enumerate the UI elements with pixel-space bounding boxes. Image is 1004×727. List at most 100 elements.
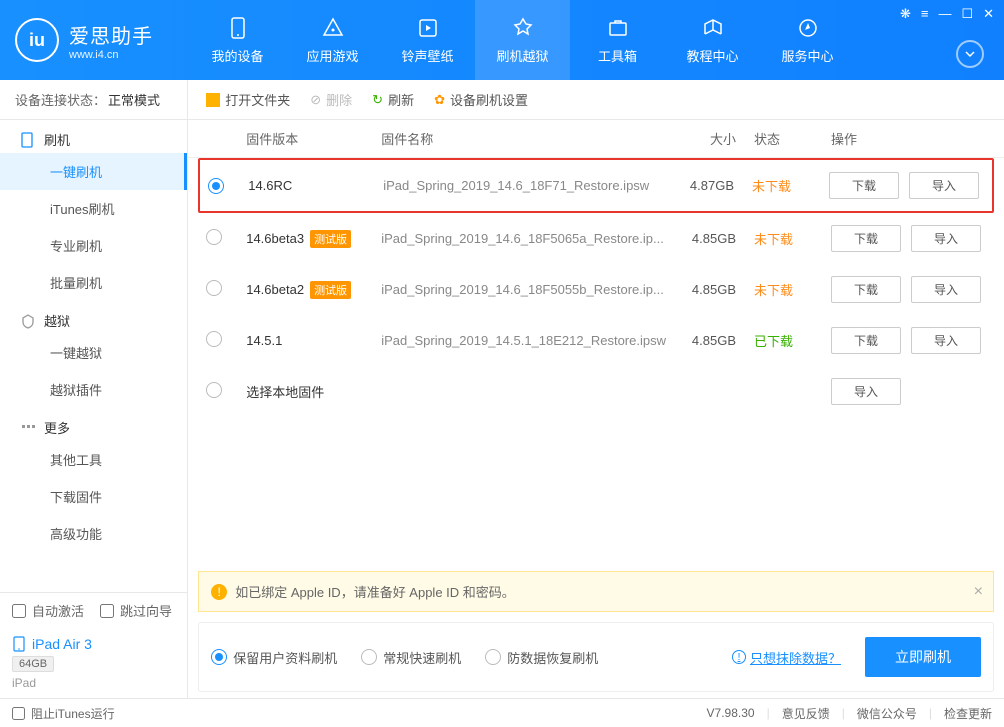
download-button[interactable]: 下载 — [829, 172, 899, 199]
sidebar-item[interactable]: 下载固件 — [0, 478, 187, 515]
footer: 阻止iTunes运行 V7.98.30 | 意见反馈 | 微信公众号 | 检查更… — [0, 698, 1004, 727]
sidebar-item[interactable]: 一键刷机 — [0, 153, 187, 190]
brand-logo-icon: iu — [15, 18, 59, 62]
sidebar-item[interactable]: 其他工具 — [0, 441, 187, 478]
nav-item-2[interactable]: 铃声壁纸 — [380, 0, 475, 80]
nav-icon — [701, 16, 725, 40]
nav-item-5[interactable]: 教程中心 — [665, 0, 760, 80]
nav-icon — [226, 16, 250, 40]
sidebar-group: 越狱 — [0, 301, 187, 334]
brand-title: 爱思助手 — [69, 20, 153, 49]
device-type: iPad — [12, 676, 175, 690]
nav-icon — [321, 16, 345, 40]
close-warning-button[interactable]: × — [974, 583, 983, 601]
erase-data-link[interactable]: !只想抹除数据？ — [732, 648, 841, 667]
sidebar-item[interactable]: 专业刷机 — [0, 227, 187, 264]
device-settings-button[interactable]: ✿设备刷机设置 — [434, 90, 528, 109]
tablet-icon — [12, 636, 26, 652]
skip-guide-label: 跳过向导 — [120, 601, 172, 620]
gear-icon: ✿ — [434, 92, 445, 108]
maximize-icon[interactable]: ☐ — [961, 6, 973, 22]
main-content: 打开文件夹 ⊘删除 ↻刷新 ✿设备刷机设置 固件版本 固件名称 大小 状态 操作… — [188, 80, 1004, 698]
brand-subtitle: www.i4.cn — [69, 49, 153, 61]
nav-item-3[interactable]: 刷机越狱 — [475, 0, 570, 80]
sidebar-item[interactable]: 批量刷机 — [0, 264, 187, 301]
block-itunes-label: 阻止iTunes运行 — [31, 705, 115, 722]
group-icon — [20, 132, 36, 148]
group-icon — [20, 420, 36, 436]
download-button[interactable]: 下载 — [831, 225, 901, 252]
main-nav: 我的设备应用游戏铃声壁纸刷机越狱工具箱教程中心服务中心 — [190, 0, 1004, 80]
block-itunes-checkbox[interactable] — [12, 707, 25, 720]
download-button[interactable]: 下载 — [831, 276, 901, 303]
import-button[interactable]: 导入 — [911, 225, 981, 252]
close-icon[interactable]: ✕ — [983, 6, 994, 22]
select-radio[interactable] — [206, 331, 222, 347]
sidebar-group: 更多 — [0, 408, 187, 441]
import-button[interactable]: 导入 — [911, 276, 981, 303]
sidebar: 设备连接状态： 正常模式 刷机一键刷机iTunes刷机专业刷机批量刷机越狱一键越… — [0, 80, 188, 698]
firmware-row[interactable]: 14.6beta2测试版iPad_Spring_2019_14.6_18F505… — [198, 264, 994, 315]
auto-activate-label: 自动激活 — [32, 601, 84, 620]
table-header: 固件版本 固件名称 大小 状态 操作 — [188, 120, 1004, 158]
warning-banner: ! 如已绑定 Apple ID，请准备好 Apple ID 和密码。 × — [198, 571, 994, 612]
select-radio[interactable] — [206, 382, 222, 398]
select-radio[interactable] — [206, 229, 222, 245]
folder-icon — [206, 93, 220, 107]
sidebar-item[interactable]: 越狱插件 — [0, 371, 187, 408]
bookmark-icon[interactable]: ❋ — [900, 6, 911, 22]
nav-icon — [606, 16, 630, 40]
normal-flash-option[interactable]: 常规快速刷机 — [361, 648, 461, 667]
nav-item-1[interactable]: 应用游戏 — [285, 0, 380, 80]
wechat-link[interactable]: 微信公众号 — [857, 705, 917, 722]
firmware-row[interactable]: 14.6beta3测试版iPad_Spring_2019_14.6_18F506… — [198, 213, 994, 264]
dropdown-button[interactable] — [956, 40, 984, 68]
skip-guide-checkbox[interactable] — [100, 604, 114, 618]
firmware-row[interactable]: 选择本地固件导入 — [198, 366, 994, 417]
toolbar: 打开文件夹 ⊘删除 ↻刷新 ✿设备刷机设置 — [188, 80, 1004, 120]
select-radio[interactable] — [208, 178, 224, 194]
brand: iu 爱思助手 www.i4.cn — [0, 0, 190, 80]
sidebar-item[interactable]: 一键越狱 — [0, 334, 187, 371]
nav-icon — [511, 16, 535, 40]
sidebar-item[interactable]: 高级功能 — [0, 515, 187, 552]
delete-button: ⊘删除 — [310, 90, 352, 109]
import-button[interactable]: 导入 — [911, 327, 981, 354]
nav-item-0[interactable]: 我的设备 — [190, 0, 285, 80]
nav-icon — [796, 16, 820, 40]
beta-badge: 测试版 — [310, 230, 351, 248]
feedback-link[interactable]: 意见反馈 — [782, 705, 830, 722]
refresh-button[interactable]: ↻刷新 — [372, 90, 414, 109]
import-button[interactable]: 导入 — [831, 378, 901, 405]
sidebar-item[interactable]: iTunes刷机 — [0, 190, 187, 227]
info-icon: ! — [732, 650, 746, 664]
open-folder-button[interactable]: 打开文件夹 — [206, 90, 290, 109]
flash-options: 保留用户资料刷机 常规快速刷机 防数据恢复刷机 !只想抹除数据？ 立即刷机 — [198, 622, 994, 692]
refresh-icon: ↻ — [372, 92, 383, 108]
select-radio[interactable] — [206, 280, 222, 296]
recovery-flash-option[interactable]: 防数据恢复刷机 — [485, 648, 598, 667]
import-button[interactable]: 导入 — [909, 172, 979, 199]
device-info: iPad Air 3 64GB iPad — [0, 628, 187, 698]
warning-icon: ! — [211, 584, 227, 600]
auto-activate-checkbox[interactable] — [12, 604, 26, 618]
beta-badge: 测试版 — [310, 281, 351, 299]
check-update-link[interactable]: 检查更新 — [944, 705, 992, 722]
flash-now-button[interactable]: 立即刷机 — [865, 637, 981, 677]
nav-item-4[interactable]: 工具箱 — [570, 0, 665, 80]
connection-status: 设备连接状态： 正常模式 — [0, 80, 187, 120]
sidebar-group: 刷机 — [0, 120, 187, 153]
minimize-icon[interactable]: — — [938, 6, 951, 22]
firmware-row[interactable]: 14.6RCiPad_Spring_2019_14.6_18F71_Restor… — [198, 158, 994, 213]
firmware-row[interactable]: 14.5.1iPad_Spring_2019_14.5.1_18E212_Res… — [198, 315, 994, 366]
download-button[interactable]: 下载 — [831, 327, 901, 354]
nav-item-6[interactable]: 服务中心 — [760, 0, 855, 80]
keep-data-option[interactable]: 保留用户资料刷机 — [211, 648, 337, 667]
group-icon — [20, 313, 36, 329]
menu-icon[interactable]: ≡ — [921, 6, 929, 22]
nav-icon — [416, 16, 440, 40]
delete-icon: ⊘ — [310, 92, 321, 108]
device-storage: 64GB — [12, 656, 54, 672]
app-header: iu 爱思助手 www.i4.cn 我的设备应用游戏铃声壁纸刷机越狱工具箱教程中… — [0, 0, 1004, 80]
window-controls: ❋ ≡ — ☐ ✕ — [900, 6, 994, 22]
